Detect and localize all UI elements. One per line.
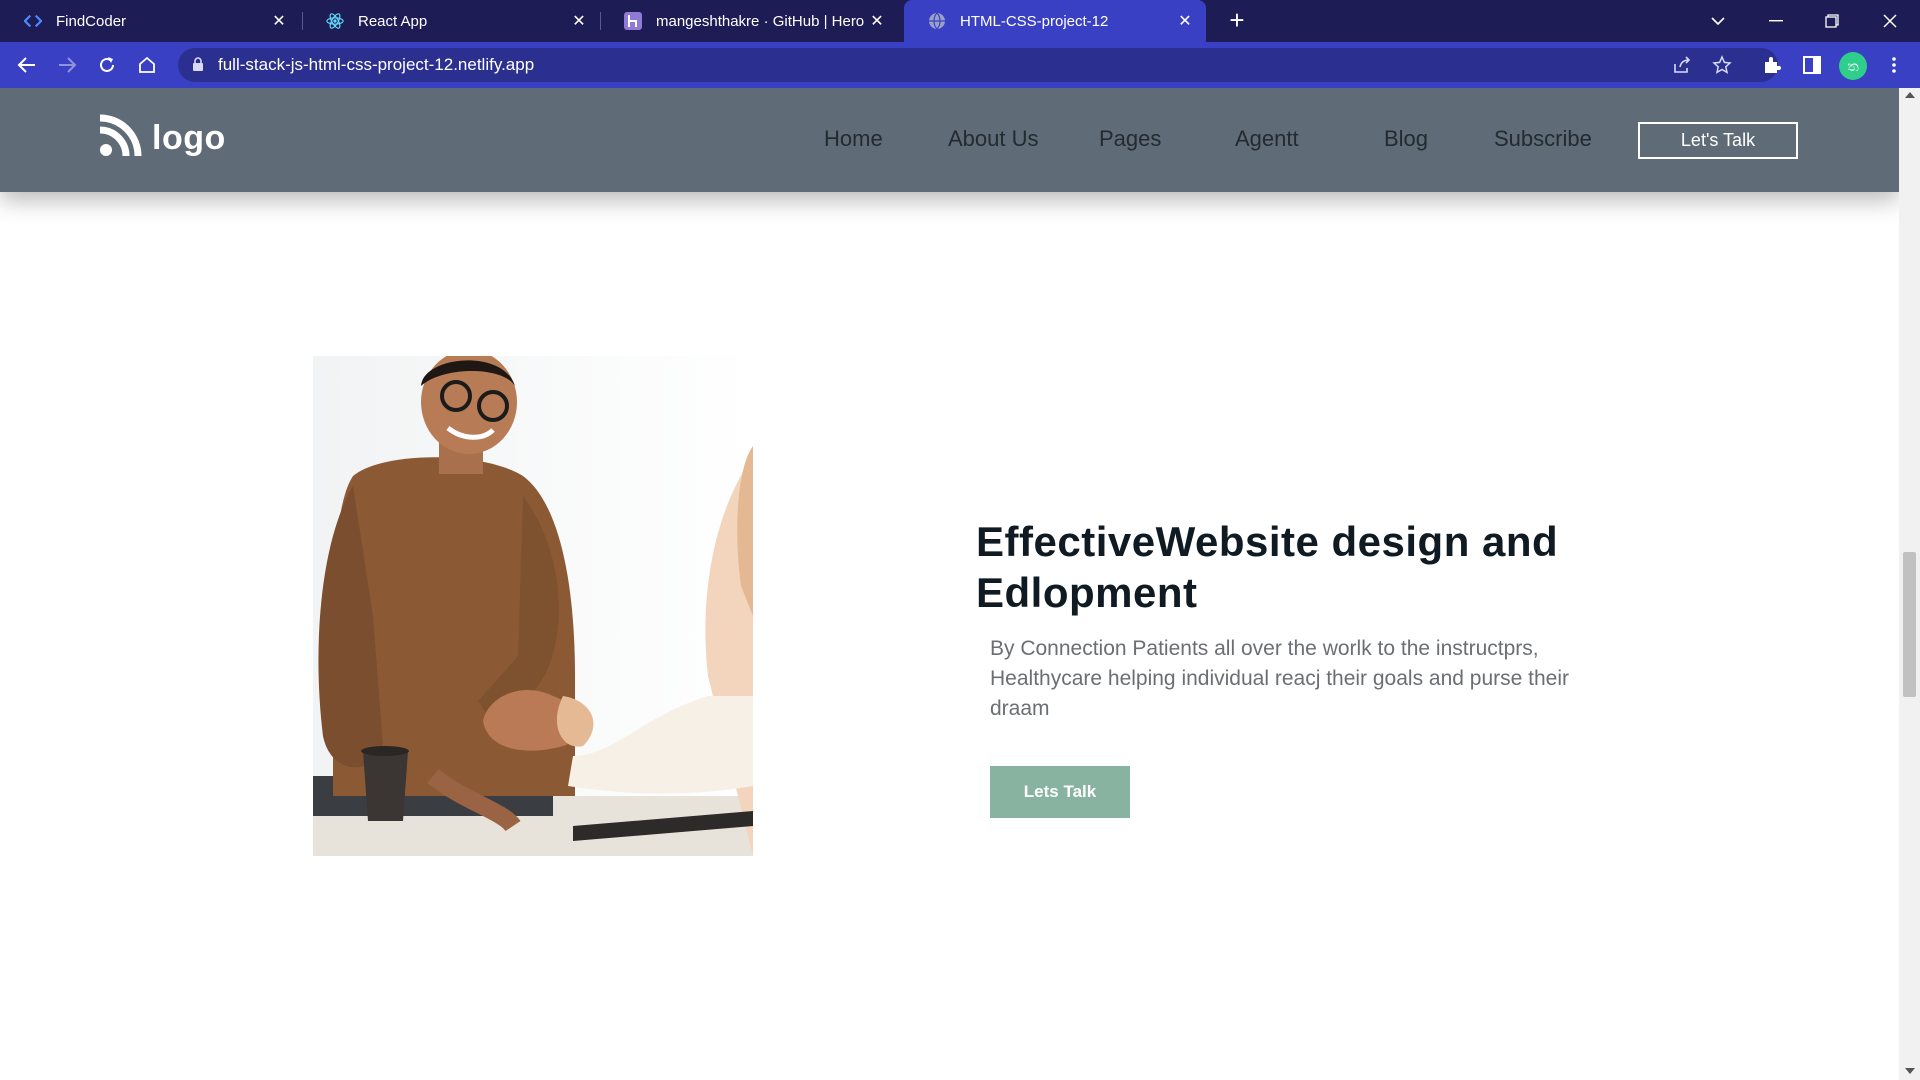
close-tab-icon[interactable]: ✕: [1172, 11, 1198, 31]
hero-description: By Connection Patients all over the worl…: [990, 637, 1570, 720]
tab-title: HTML-CSS-project-12: [960, 12, 1109, 30]
react-icon: [326, 12, 344, 30]
tab-title: mangeshthakre · GitHub | Heroku: [656, 12, 864, 30]
url-text: full-stack-js-html-css-project-12.netlif…: [218, 55, 535, 74]
rss-feed-icon: [98, 114, 142, 163]
bookmark-star-icon[interactable]: [1707, 50, 1737, 80]
logo-text: logo: [152, 119, 226, 157]
scroll-down-arrow-icon[interactable]: [1905, 1068, 1915, 1074]
address-bar[interactable]: full-stack-js-html-css-project-12.netlif…: [178, 48, 1778, 82]
nav-subscribe[interactable]: Subscribe: [1494, 126, 1592, 152]
nav-blog[interactable]: Blog: [1384, 126, 1428, 152]
site-header: logo Home About Us Pages Agentt Blog Sub…: [0, 88, 1899, 192]
menu-kebab-icon[interactable]: [1879, 50, 1909, 80]
close-tab-icon[interactable]: ✕: [266, 11, 292, 31]
back-icon[interactable]: [12, 50, 42, 80]
restore-button[interactable]: [1804, 0, 1860, 42]
tab-heroku[interactable]: mangeshthakre · GitHub | Heroku ✕: [600, 0, 898, 42]
page-viewport: logo Home About Us Pages Agentt Blog Sub…: [0, 88, 1899, 1080]
lets-talk-button[interactable]: Lets Talk: [990, 766, 1130, 818]
new-tab-button[interactable]: +: [1222, 6, 1252, 36]
lock-icon: [192, 57, 204, 77]
close-tab-icon[interactable]: ✕: [566, 11, 592, 31]
minimize-button[interactable]: [1748, 0, 1804, 42]
profile-avatar[interactable]: ත: [1839, 52, 1867, 80]
share-icon[interactable]: [1667, 50, 1697, 80]
nav-agentt[interactable]: Agentt: [1235, 126, 1299, 152]
nav-about-us[interactable]: About Us: [948, 126, 1039, 152]
tab-findcoder[interactable]: FindCoder ✕: [0, 0, 300, 42]
nav-pages[interactable]: Pages: [1099, 126, 1161, 152]
tab-search-icon[interactable]: [1690, 0, 1746, 42]
heroku-icon: [624, 12, 642, 30]
code-brackets-icon: [24, 12, 42, 30]
tab-react-app[interactable]: React App ✕: [302, 0, 600, 42]
close-tab-icon[interactable]: ✕: [864, 11, 890, 31]
page-scrollbar[interactable]: [1899, 88, 1920, 1080]
browser-toolbar: full-stack-js-html-css-project-12.netlif…: [0, 42, 1920, 88]
tab-title: FindCoder: [56, 12, 127, 30]
side-panel-icon[interactable]: [1797, 50, 1827, 80]
nav-home[interactable]: Home: [824, 126, 883, 152]
home-icon[interactable]: [132, 50, 162, 80]
reload-icon[interactable]: [92, 50, 122, 80]
close-window-button[interactable]: [1862, 0, 1918, 42]
browser-tab-strip: FindCoder ✕ React App ✕ mangeshthakre · …: [0, 0, 1920, 42]
site-logo[interactable]: logo: [98, 114, 226, 163]
handshake-photo: [313, 356, 753, 856]
extensions-icon[interactable]: [1757, 50, 1787, 80]
scroll-up-arrow-icon[interactable]: [1905, 92, 1915, 98]
tab-html-css-project-12[interactable]: HTML-CSS-project-12 ✕: [904, 0, 1206, 42]
lets-talk-header-button[interactable]: Let's Talk: [1638, 122, 1798, 159]
tab-title: React App: [358, 12, 428, 30]
globe-icon: [928, 12, 946, 30]
forward-icon[interactable]: [52, 50, 82, 80]
hero-title: EffectiveWebsite design and Edlopment: [976, 518, 1559, 616]
scrollbar-thumb[interactable]: [1903, 552, 1916, 697]
